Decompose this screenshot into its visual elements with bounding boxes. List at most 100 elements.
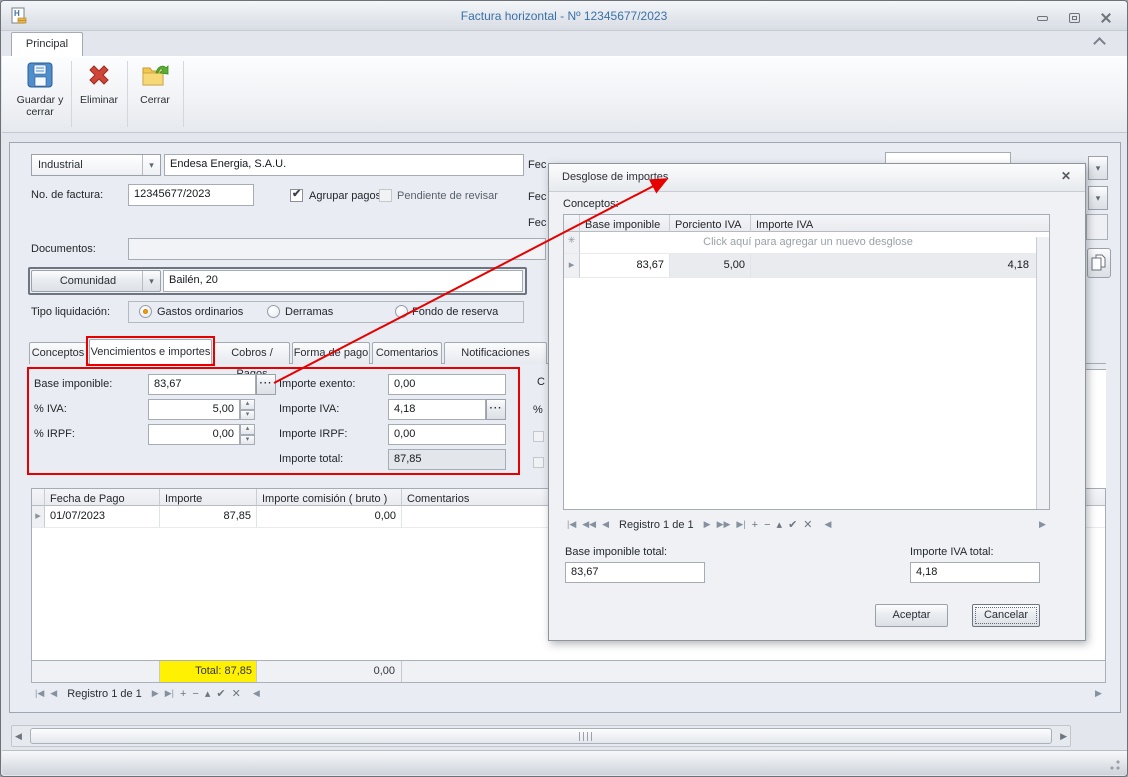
- cell-comision[interactable]: 0,00: [257, 506, 402, 528]
- importe-iva-ellipsis-button[interactable]: ···: [486, 399, 506, 420]
- nav-edit-icon[interactable]: ▴: [777, 518, 783, 531]
- nav-scroll-right-icon[interactable]: ▶: [1095, 688, 1102, 699]
- nav-add-icon[interactable]: +: [180, 688, 186, 700]
- scrollbar-right-arrow-icon[interactable]: ▶: [1060, 731, 1067, 742]
- col-header-porciento[interactable]: Porciento IVA: [670, 215, 751, 232]
- tab-notificaciones[interactable]: Notificaciones: [444, 342, 547, 364]
- base-imponible-ellipsis-button[interactable]: ···: [256, 374, 276, 395]
- tab-cobros-pagos[interactable]: Cobros / Pagos: [214, 342, 290, 364]
- tab-conceptos[interactable]: Conceptos: [29, 342, 87, 364]
- ribbon-tab-principal[interactable]: Principal: [11, 32, 83, 56]
- nav-add-icon[interactable]: +: [752, 519, 758, 531]
- spin-up-icon[interactable]: ▴: [240, 424, 255, 435]
- agrupar-pagos-checkbox[interactable]: ✔: [290, 189, 303, 202]
- irpf-pct-field[interactable]: 0,00: [148, 424, 240, 445]
- nav-last-icon[interactable]: ▶|: [736, 519, 745, 530]
- new-row-text[interactable]: Click aquí para agregar un nuevo desglos…: [580, 232, 1036, 254]
- irpf-pct-spinner[interactable]: ▴ ▾: [240, 424, 255, 445]
- importe-exento-field[interactable]: 0,00: [388, 374, 506, 395]
- nav-cancel-icon[interactable]: ✕: [803, 518, 812, 531]
- nav-prev-icon[interactable]: ◀: [50, 688, 57, 699]
- cell-fecha[interactable]: 01/07/2023: [45, 506, 160, 528]
- nav-next-icon[interactable]: ▶: [152, 688, 159, 699]
- nav-first-icon[interactable]: |◀: [35, 688, 44, 699]
- copy-button[interactable]: [1087, 248, 1111, 278]
- col-header-fecha[interactable]: Fecha de Pago: [45, 489, 160, 506]
- importe-iva-field[interactable]: 4,18: [388, 399, 486, 420]
- nav-scroll-left-icon[interactable]: ◀: [253, 688, 260, 699]
- base-imponible-field[interactable]: 83,67: [148, 374, 256, 395]
- tab-vencimientos-importes[interactable]: Vencimientos e importes: [89, 339, 212, 365]
- maximize-button[interactable]: [1061, 10, 1087, 26]
- dialog-close-icon[interactable]: ✕: [1055, 169, 1077, 187]
- tab-comentarios[interactable]: Comentarios: [372, 342, 442, 364]
- entity-value-field[interactable]: Bailén, 20: [163, 270, 523, 292]
- nav-commit-icon[interactable]: ✔: [788, 518, 797, 531]
- tab-forma-pago[interactable]: Forma de pago: [292, 342, 370, 364]
- radio-gastos-label[interactable]: Gastos ordinarios: [157, 306, 243, 318]
- spin-down-icon[interactable]: ▾: [240, 410, 255, 421]
- col-header-importe-iva[interactable]: Importe IVA: [751, 215, 1049, 232]
- nav-remove-icon[interactable]: −: [192, 688, 198, 700]
- iva-total-field[interactable]: 4,18: [910, 562, 1040, 583]
- grid-vertical-scrollbar[interactable]: [1036, 237, 1049, 509]
- save-and-close-button[interactable]: Guardar y cerrar: [13, 59, 67, 129]
- close-form-button[interactable]: Cerrar: [131, 59, 179, 129]
- iva-pct-field[interactable]: 5,00: [148, 399, 240, 420]
- cell-importe[interactable]: 87,85: [160, 506, 257, 528]
- desglose-row[interactable]: ▸ 83,67 5,00 4,18: [564, 254, 1036, 278]
- spin-up-icon[interactable]: ▴: [240, 399, 255, 410]
- minimize-button[interactable]: [1029, 10, 1055, 26]
- iva-pct-spinner[interactable]: ▴ ▾: [240, 399, 255, 420]
- nav-last-icon[interactable]: ▶|: [165, 688, 174, 699]
- nav-prev-icon[interactable]: ◀: [602, 519, 609, 530]
- invoice-no-field[interactable]: 12345677/2023: [128, 184, 254, 206]
- dialog-title-bar[interactable]: Desglose de importes ✕: [549, 164, 1085, 192]
- nav-edit-icon[interactable]: ▴: [205, 687, 211, 700]
- nav-remove-icon[interactable]: −: [764, 519, 770, 531]
- pendiente-revisar-checkbox[interactable]: [379, 189, 392, 202]
- scrollbar-left-arrow-icon[interactable]: ◀: [15, 731, 22, 742]
- ribbon-collapse-button[interactable]: [1095, 39, 1104, 48]
- clipped-checkbox[interactable]: [533, 431, 544, 442]
- pendiente-revisar-label[interactable]: Pendiente de revisar: [397, 190, 498, 202]
- radio-derramas[interactable]: [267, 305, 280, 318]
- base-total-field[interactable]: 83,67: [565, 562, 705, 583]
- cell-importe-iva[interactable]: 4,18: [751, 254, 1036, 278]
- nav-scroll-right-icon[interactable]: ▶: [1039, 519, 1046, 530]
- clipped-checkbox[interactable]: [533, 457, 544, 468]
- radio-fondo-reserva[interactable]: [395, 305, 408, 318]
- radio-gastos-ordinarios[interactable]: [139, 305, 152, 318]
- entity-type-combo[interactable]: Comunidad ▾: [31, 270, 161, 292]
- radio-derramas-label[interactable]: Derramas: [285, 306, 333, 318]
- spin-down-icon[interactable]: ▾: [240, 435, 255, 446]
- chevron-down-icon[interactable]: ▾: [142, 155, 160, 175]
- col-header-importe[interactable]: Importe: [160, 489, 257, 506]
- importe-irpf-field[interactable]: 0,00: [388, 424, 506, 445]
- col-header-comision[interactable]: Importe comisión ( bruto ): [257, 489, 402, 506]
- nav-next-icon[interactable]: ▶: [704, 519, 711, 530]
- cancel-button[interactable]: Cancelar: [972, 604, 1040, 627]
- nav-next-page-icon[interactable]: ▶▶: [717, 519, 731, 530]
- nav-scroll-left-icon[interactable]: ◀: [825, 519, 832, 530]
- nav-commit-icon[interactable]: ✔: [216, 687, 225, 700]
- accept-button[interactable]: Aceptar: [875, 604, 948, 627]
- scrollbar-thumb[interactable]: [30, 728, 1052, 744]
- delete-button[interactable]: Eliminar: [75, 59, 123, 129]
- close-button[interactable]: [1093, 10, 1119, 26]
- horizontal-scrollbar[interactable]: ◀ ▶: [11, 725, 1071, 747]
- documentos-field[interactable]: [128, 238, 546, 260]
- cell-porciento[interactable]: 5,00: [670, 254, 751, 278]
- nav-first-icon[interactable]: |◀: [567, 519, 576, 530]
- cell-base[interactable]: 83,67: [580, 254, 670, 278]
- date-dropdown-button[interactable]: ▾: [1088, 186, 1108, 210]
- radio-fondo-label[interactable]: Fondo de reserva: [412, 306, 498, 318]
- col-header-base[interactable]: Base imponible: [580, 215, 670, 232]
- doc-type-combo[interactable]: Industrial ▾: [31, 154, 161, 176]
- chevron-down-icon[interactable]: ▾: [142, 271, 160, 291]
- nav-cancel-icon[interactable]: ✕: [232, 687, 241, 700]
- desglose-new-row[interactable]: ✳ Click aquí para agregar un nuevo desgl…: [564, 232, 1036, 254]
- agrupar-pagos-label[interactable]: Agrupar pagos: [309, 190, 381, 202]
- resize-grip-icon[interactable]: [1110, 760, 1120, 770]
- supplier-field[interactable]: Endesa Energia, S.A.U.: [164, 154, 524, 176]
